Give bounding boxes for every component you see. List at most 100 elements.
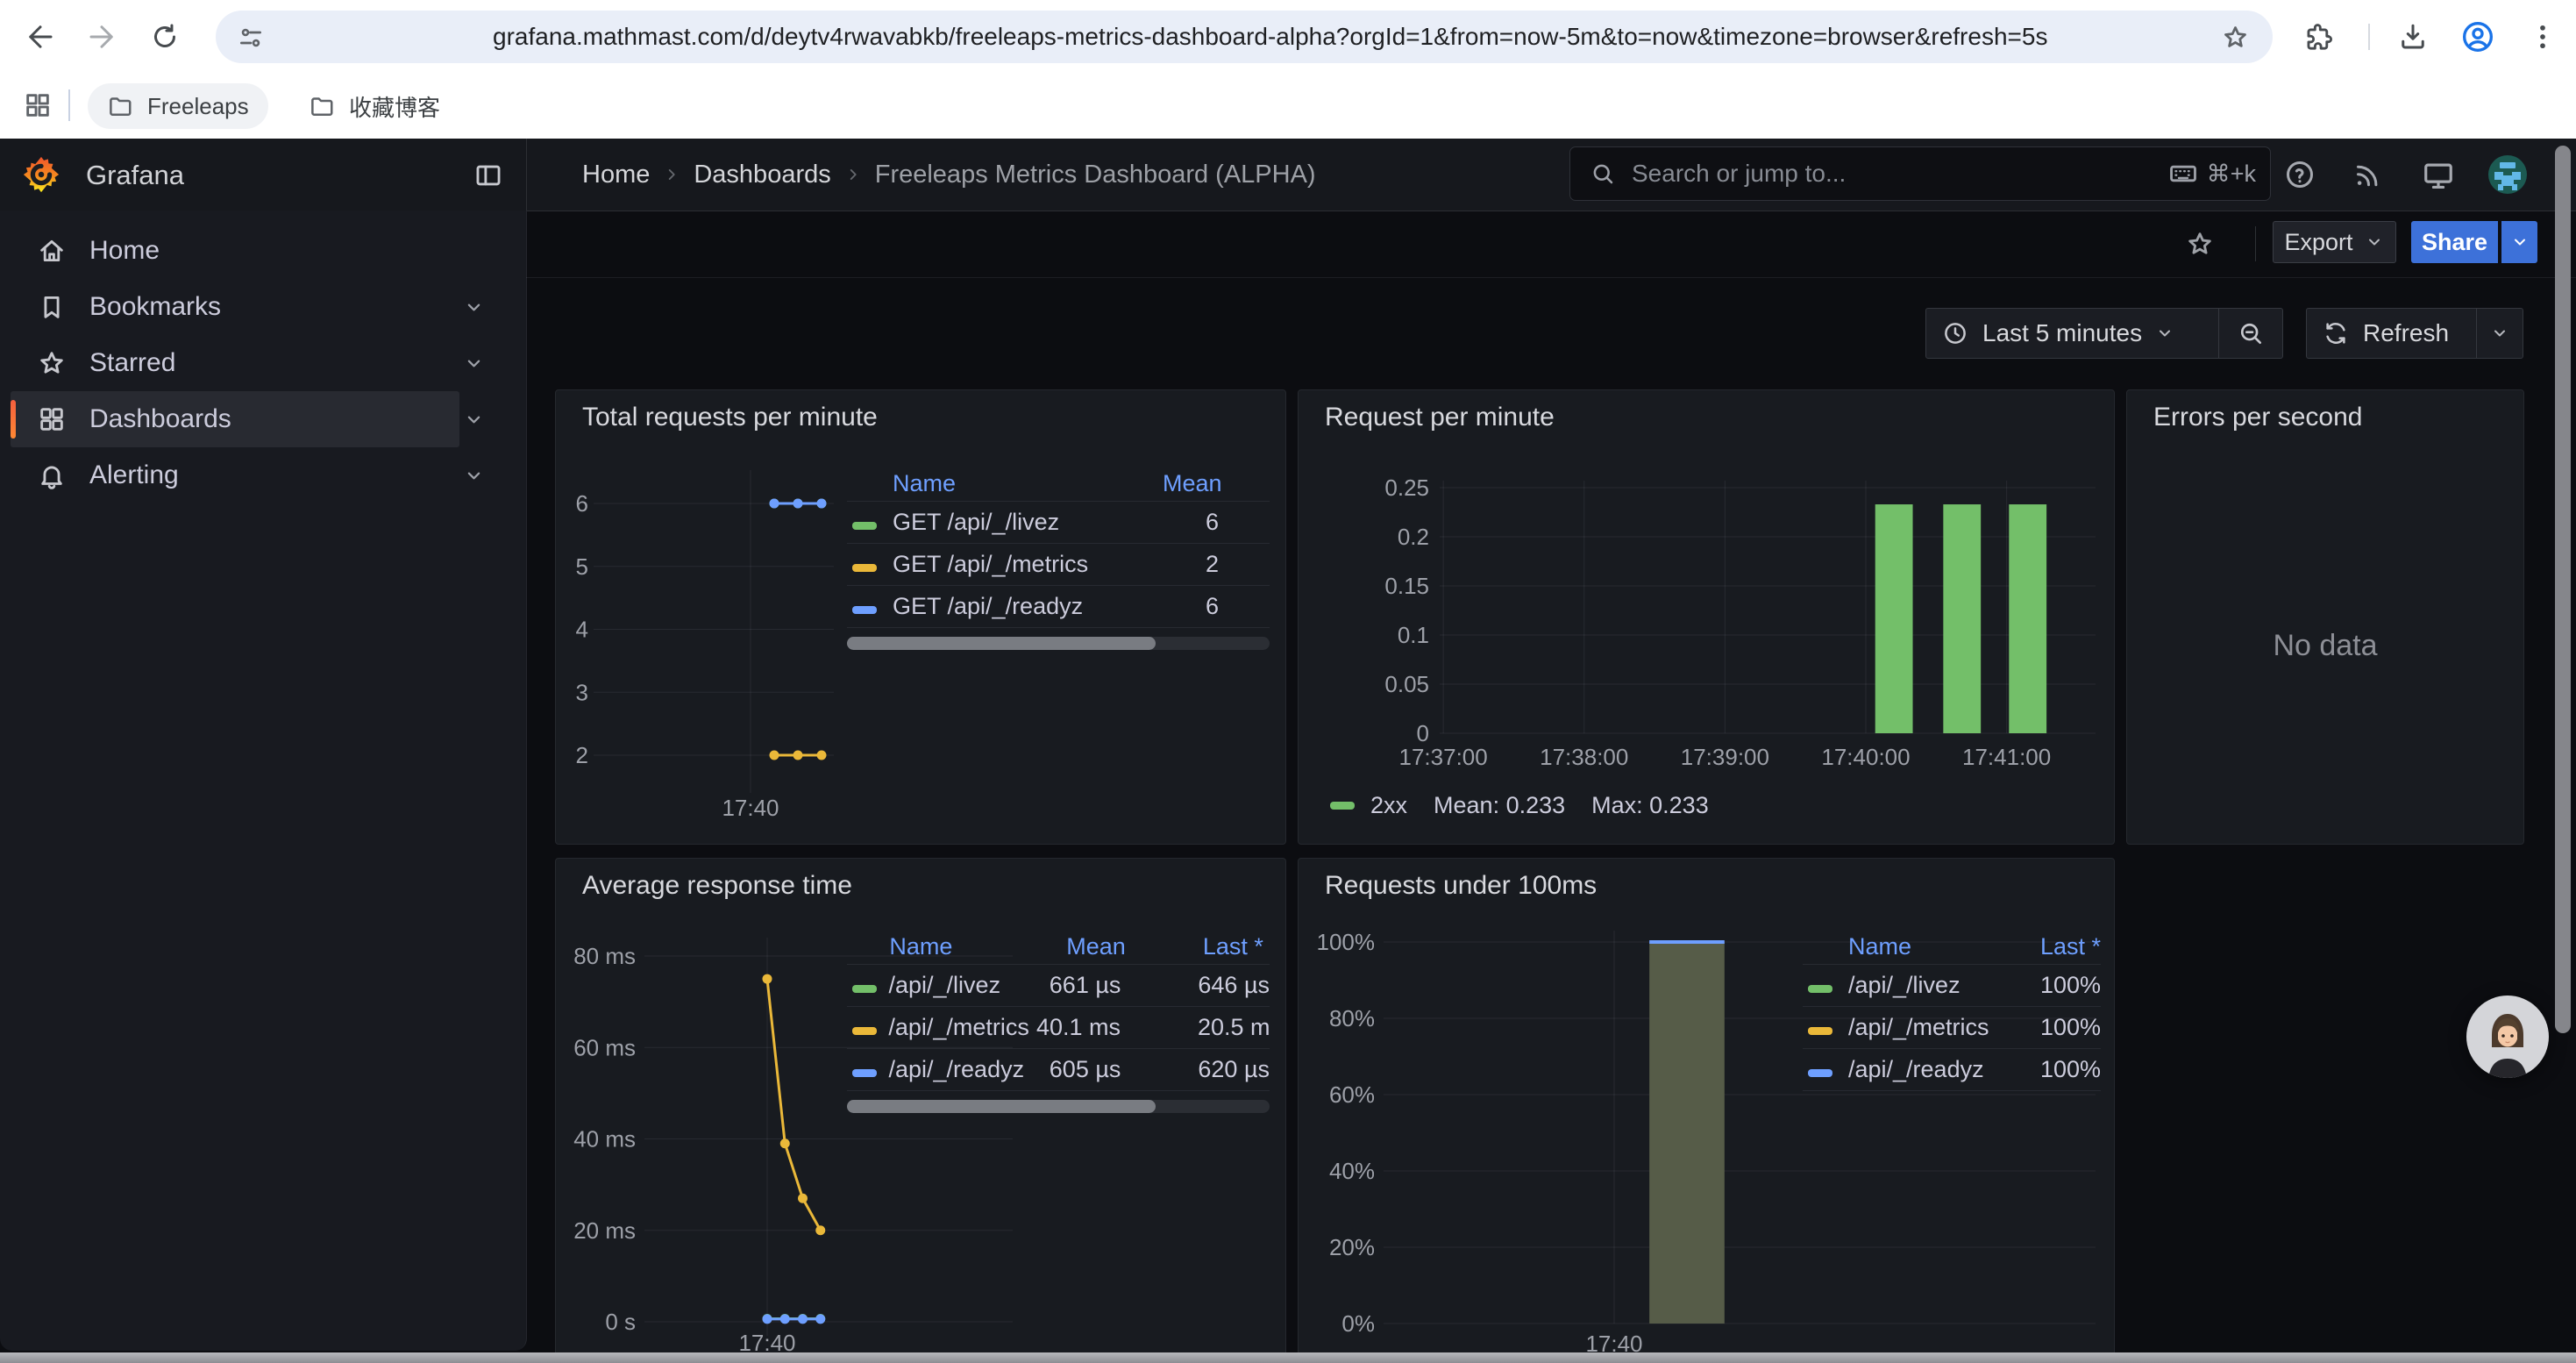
legend-row[interactable]: GET /api/_/readyz6 [847,586,1270,628]
address-bar[interactable]: grafana.mathmast.com/d/deytv4rwavabkb/fr… [216,11,2273,63]
sidebar-item-label: Dashboards [89,404,231,434]
news-icon[interactable] [2352,159,2383,190]
search-icon [1590,161,1616,187]
breadcrumb: Home Dashboards Freeleaps Metrics Dashbo… [582,139,1316,211]
svg-text:17:38:00: 17:38:00 [1540,744,1628,770]
share-button[interactable]: Share [2411,221,2498,263]
legend-row[interactable]: /api/_/livez100% [1803,965,2101,1007]
legend-row[interactable]: /api/_/readyz100% [1803,1049,2101,1091]
legend-row[interactable]: GET /api/_/livez6 [847,502,1270,544]
search-input[interactable]: Search or jump to... ⌘+k [1569,146,2271,201]
refresh-group: Refresh [2306,308,2523,359]
sidebar-item-starred[interactable]: Starred [11,335,516,391]
series-color-dash [852,1027,877,1035]
browser-reload-icon[interactable] [149,21,181,53]
panel-title[interactable]: Total requests per minute [582,403,878,432]
brand-title: Grafana [86,160,184,191]
subheader-divider [2255,226,2256,261]
panel-title[interactable]: Request per minute [1325,403,1555,432]
refresh-label: Refresh [2363,319,2449,347]
legend-scrollbar[interactable] [847,637,1270,650]
breadcrumb-home[interactable]: Home [582,161,650,189]
extensions-icon[interactable] [2304,22,2334,52]
bookmark-star-icon[interactable] [2221,23,2250,52]
header-divider [526,139,527,211]
chevron-down-icon[interactable] [462,408,486,432]
series-color-dash [852,1069,877,1077]
sidebar-toggle-icon[interactable] [473,161,503,190]
series-mean: Mean: 0.233 [1434,792,1565,819]
chevron-down-icon[interactable] [462,296,486,319]
sidebar-item-label: Bookmarks [89,292,221,322]
panel-total-requests[interactable]: Total requests per minute 6543217:40 Nam… [555,389,1286,845]
refresh-interval-button[interactable] [2476,308,2523,359]
svg-text:17:41:00: 17:41:00 [1962,744,2051,770]
horizontal-scrollbar[interactable] [0,1352,2576,1363]
toolbar-divider [2368,24,2370,50]
legend-row[interactable]: /api/_/readyz605 µs620 µs [847,1049,1270,1091]
panel-title[interactable]: Errors per second [2153,403,2362,432]
sidebar-item-bookmarks[interactable]: Bookmarks [11,279,516,335]
browser-profile-icon[interactable] [2460,19,2495,54]
sidebar-item-alerting[interactable]: Alerting [11,447,516,503]
legend-row[interactable]: /api/_/livez661 µs646 µs [847,965,1270,1007]
sidebar-item-label: Home [89,236,160,266]
browser-back-icon[interactable] [25,21,56,53]
panel-requests-under-100ms[interactable]: Requests under 100ms 100%80%60%40%20%0%1… [1298,858,2115,1363]
chevron-down-icon[interactable] [462,464,486,488]
floating-avatar[interactable] [2466,995,2550,1079]
grafana-logo[interactable] [21,154,61,195]
vertical-scrollbar[interactable] [2555,146,2571,1033]
help-icon[interactable] [2284,159,2316,190]
favorite-dashboard-icon[interactable] [2185,229,2215,259]
clock-icon [1942,320,1968,346]
breadcrumb-dashboards[interactable]: Dashboards [694,161,830,189]
export-button[interactable]: Export [2273,221,2396,263]
sidebar-item-home[interactable]: Home [11,223,516,279]
url-text[interactable]: grafana.mathmast.com/d/deytv4rwavabkb/fr… [493,11,2159,63]
chevron-down-icon [2509,232,2530,253]
svg-text:100%: 100% [1317,929,1376,955]
series-color-dash [1808,985,1832,993]
refresh-button[interactable]: Refresh [2307,308,2449,359]
user-avatar[interactable] [2488,155,2527,194]
browser-menu-icon[interactable] [2527,21,2558,53]
legend-row[interactable]: /api/_/metrics100% [1803,1007,2101,1049]
series-color-dash [1808,1027,1832,1035]
svg-text:0.05: 0.05 [1384,671,1429,697]
apps-grid-icon[interactable] [23,90,53,120]
site-settings-icon[interactable] [237,24,265,52]
legend-header[interactable]: NameMeanLast * [847,929,1270,965]
share-menu-button[interactable] [2501,221,2537,263]
downloads-icon[interactable] [2397,21,2429,53]
time-range-picker[interactable]: Last 5 minutes [1982,319,2142,347]
refresh-icon [2323,320,2349,346]
legend-header[interactable]: NameMean [847,466,1270,502]
legend-scrollbar[interactable] [847,1100,1270,1113]
bookmark-folder-blogs[interactable]: 收藏博客 [289,83,459,129]
bookmark-label: 收藏博客 [349,90,440,123]
legend-row[interactable]: GET /api/_/metrics2 [847,544,1270,586]
panel-title[interactable]: Average response time [582,871,852,901]
legend-header[interactable]: NameLast * [1803,929,2101,965]
sidebar-item-label: Starred [89,348,175,378]
panel-title[interactable]: Requests under 100ms [1325,871,1597,901]
sidebar-item-dashboards[interactable]: Dashboards [11,391,516,447]
time-range-group: Last 5 minutes [1925,308,2283,359]
zoom-out-button[interactable] [2218,308,2282,359]
svg-text:0.15: 0.15 [1384,573,1429,599]
svg-text:60%: 60% [1329,1081,1375,1108]
panel-average-response-time[interactable]: Average response time 80 ms60 ms40 ms20 … [555,858,1286,1363]
panel-request-per-minute[interactable]: Request per minute 0.250.20.150.10.05017… [1298,389,2115,845]
p2-legend[interactable]: 2xx Mean: 0.233 Max: 0.233 [1330,792,1709,819]
p4-legend: NameMeanLast */api/_/livez661 µs646 µs/a… [847,929,1270,1113]
panel-errors-per-second[interactable]: Errors per second No data [2126,389,2524,845]
chevron-right-icon [843,165,863,184]
series-color-dash [852,522,877,530]
bookmark-folder-freeleaps[interactable]: Freeleaps [88,83,268,129]
legend-row[interactable]: /api/_/metrics40.1 ms20.5 ms [847,1007,1270,1049]
browser-forward-icon[interactable] [86,21,117,53]
browser-toolbar: grafana.mathmast.com/d/deytv4rwavabkb/fr… [0,0,2576,74]
kiosk-mode-icon[interactable] [2422,159,2455,192]
chevron-down-icon[interactable] [462,352,486,375]
